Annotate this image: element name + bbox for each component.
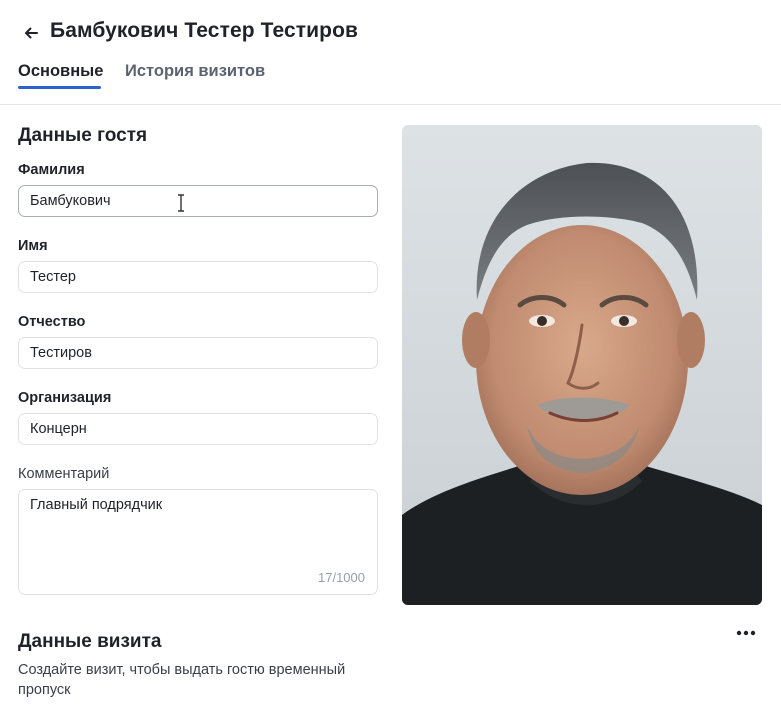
visit-description: Создайте визит, чтобы выдать гостю време… [18,662,346,698]
organization-label: Организация [18,390,112,406]
comment-textarea[interactable]: Главный подрядчик [19,490,377,560]
comment-field[interactable]: Главный подрядчик 17/1000 [18,489,378,595]
last-name-input[interactable] [19,186,377,216]
patronymic-label: Отчество [18,314,86,330]
guest-photo[interactable] [402,125,762,605]
page-header: Бамбукович Тестер Тестиров Основные Исто… [0,0,781,105]
first-name-label: Имя [18,238,48,254]
arrow-left-icon [25,27,38,39]
text-cursor-icon [178,194,184,212]
organization-input[interactable] [19,414,377,444]
guest-photo-image [402,125,762,605]
patronymic-input[interactable] [19,338,377,368]
comment-label: Комментарий [18,466,110,482]
last-name-label: Фамилия [18,162,85,178]
active-tab-indicator [18,86,101,89]
back-button[interactable] [20,22,42,44]
visit-section-title: Данные визита [18,631,162,652]
patronymic-field[interactable] [18,337,378,369]
organization-field[interactable] [18,413,378,445]
more-horizontal-icon [736,630,756,636]
more-options-button[interactable] [734,626,758,640]
guest-section-title: Данные гостя [18,125,148,146]
page-title: Бамбукович Тестер Тестиров [50,19,359,42]
last-name-field[interactable] [18,185,378,217]
tab-visit-history[interactable]: История визитов [125,62,265,81]
tab-main[interactable]: Основные [18,62,103,81]
first-name-field[interactable] [18,261,378,293]
first-name-input[interactable] [19,262,377,292]
comment-char-counter: 17/1000 [318,570,365,585]
